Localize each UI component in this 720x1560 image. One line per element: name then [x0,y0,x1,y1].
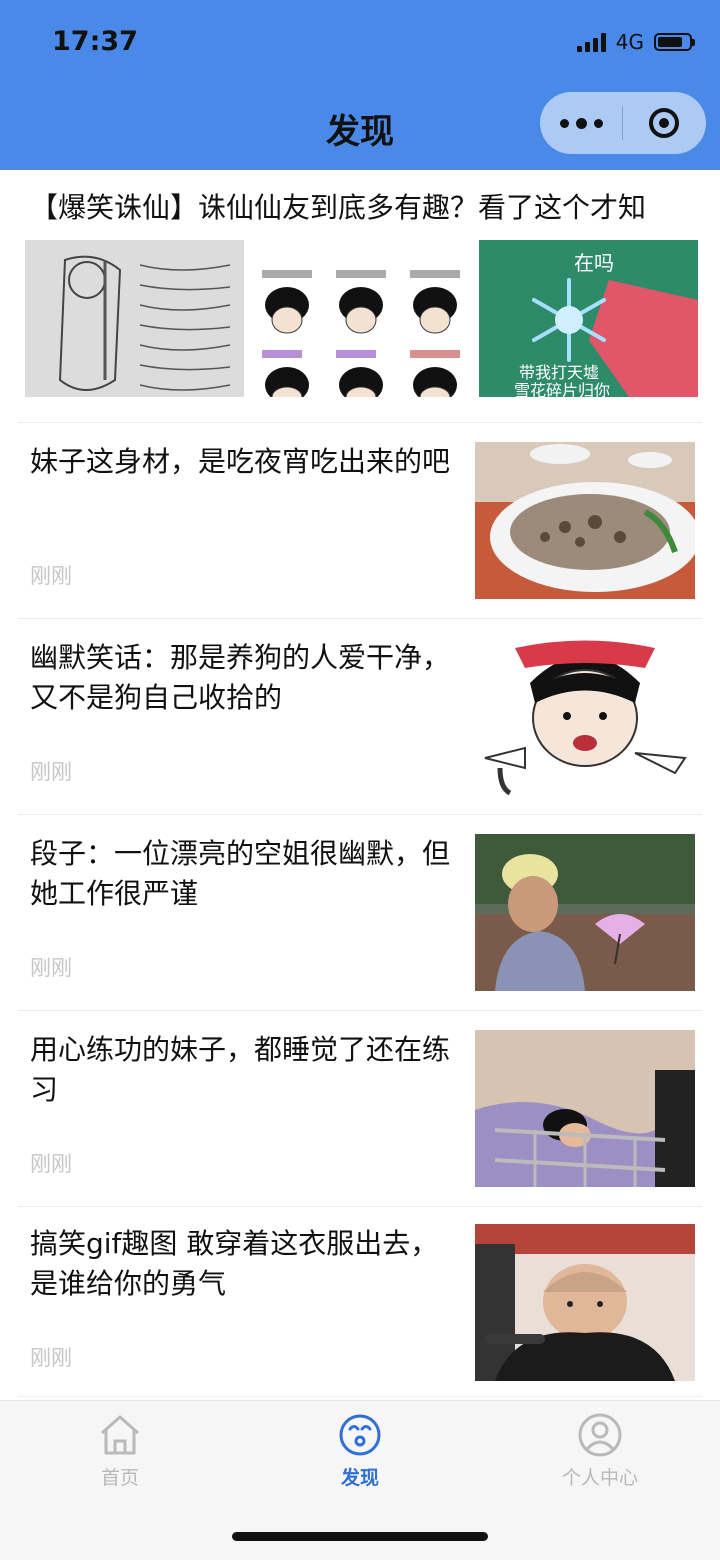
tab-profile[interactable]: 个人中心 [480,1411,720,1490]
article-thumbnail [25,240,244,397]
article-item[interactable]: 幽默笑话：那是养狗的人爱干净，又不是狗自己收拾的 刚刚 [0,618,720,814]
close-target-icon [649,108,679,138]
network-label: 4G [615,30,644,54]
article-multi-image[interactable]: 【爆笑诛仙】诛仙仙友到底多有趣？看了这个才知 在吗 带我打天墟 雪花碎片归你 [0,170,720,422]
article-time: 刚刚 [30,956,72,980]
article-title: 搞笑gif趣图 敢穿着这衣服出去，是谁给你的勇气 [30,1227,439,1300]
close-button[interactable] [623,92,705,154]
tab-home[interactable]: 首页 [0,1411,240,1490]
article-thumbnail [475,442,695,599]
mini-program-capsule [540,92,706,154]
article-time: 刚刚 [30,1152,72,1176]
discover-icon [339,1414,381,1456]
article-item[interactable]: 用心练功的妹子，都睡觉了还在练习 刚刚 [0,1010,720,1206]
article-title: 妹子这身材，是吃夜宵吃出来的吧 [30,445,451,478]
profile-icon [578,1413,622,1457]
article-thumbnail [252,240,471,397]
article-title: 用心练功的妹子，都睡觉了还在练习 [30,1033,451,1106]
article-thumbnail [475,1224,695,1381]
article-thumbnail [475,638,695,795]
tab-label: 个人中心 [561,1467,638,1489]
battery-icon [654,33,695,51]
article-thumbnail [475,1030,695,1187]
article-item[interactable]: 搞笑gif趣图 敢穿着这衣服出去，是谁给你的勇气 刚刚 [0,1204,720,1400]
article-time: 刚刚 [30,564,72,588]
article-title: 段子：一位漂亮的空姐很幽默，但她工作很严谨 [30,837,451,910]
status-time: 17:37 [52,26,138,57]
home-indicator [232,1532,488,1541]
article-thumbnail [475,834,695,991]
thumbnail-caption: 带我打天墟 [519,363,599,382]
article-title: 幽默笑话：那是养狗的人爱干净，又不是狗自己收拾的 [30,641,451,714]
article-thumbnail: 在吗 带我打天墟 雪花碎片归你 [479,240,698,397]
article-thumbnails: 在吗 带我打天墟 雪花碎片归你 [25,240,698,397]
tab-label: 首页 [100,1467,139,1489]
tab-label: 发现 [340,1467,379,1489]
article-item[interactable]: 段子：一位漂亮的空姐很幽默，但她工作很严谨 刚刚 [0,814,720,1010]
article-time: 刚刚 [30,760,72,784]
tab-discover[interactable]: 发现 [240,1411,480,1490]
thumbnail-caption: 雪花碎片归你 [514,381,610,397]
nav-bar: 发现 [0,90,720,170]
more-button[interactable] [540,92,622,154]
article-item[interactable]: 妹子这身材，是吃夜宵吃出来的吧 刚刚 [0,422,720,618]
status-indicators: 4G [576,30,695,54]
article-title: 【爆笑诛仙】诛仙仙友到底多有趣？看了这个才知 [30,191,647,224]
divider [18,1396,702,1397]
article-feed: 【爆笑诛仙】诛仙仙友到底多有趣？看了这个才知 在吗 带我打天墟 雪花碎片归你 妹… [0,170,720,1400]
status-bar: 17:37 4G [0,0,720,90]
signal-icon [576,32,606,52]
thumbnail-caption: 在吗 [574,251,614,275]
article-time: 刚刚 [30,1346,72,1370]
home-icon [101,1415,139,1455]
